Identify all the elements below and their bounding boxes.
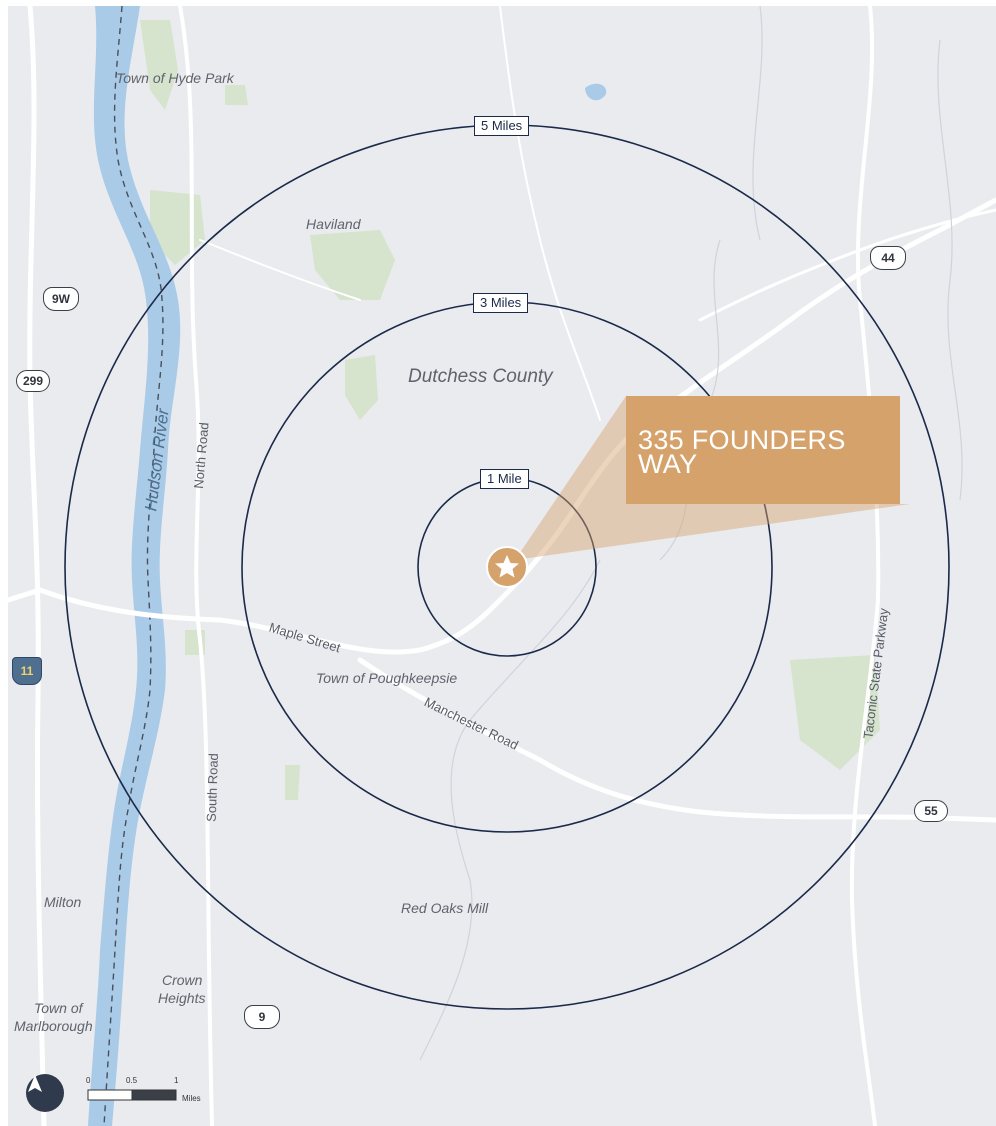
ring-label-5-miles: 5 Miles [474,116,530,136]
route-shield-55: 55 [914,800,948,822]
route-shield-44: 44 [870,246,906,270]
place-label-hyde-park: Town of Hyde Park [116,70,234,86]
north-arrow-icon [28,1075,42,1092]
place-label-heights: Heights [158,990,206,1006]
place-label-town-of: Town of [34,1000,83,1016]
county-label: Dutchess County [408,366,553,387]
radius-map[interactable]: 335 FOUNDERS WAY 5 Miles 3 Miles 1 Mile … [0,0,996,1126]
place-label-crown: Crown [162,972,203,988]
place-label-red-oaks-mill: Red Oaks Mill [401,900,489,916]
place-label-milton: Milton [44,894,82,910]
ring-label-1-mile: 1 Mile [480,469,529,489]
scale-unit: Miles [182,1094,201,1103]
place-label-haviland: Haviland [306,216,361,232]
north-arrow [26,1074,64,1112]
road-label-south-road: South Road [203,752,222,823]
route-shield-9w: 9W [43,287,79,311]
site-callout: 335 FOUNDERS WAY [626,396,900,504]
place-label-marlborough: Marlborough [14,1018,93,1034]
site-marker [486,546,528,588]
map-canvas [5,3,996,1126]
route-shield-11: 11 [12,657,42,685]
ring-label-3-miles: 3 Miles [473,293,529,313]
place-label-poughkeepsie: Town of Poughkeepsie [316,670,458,686]
scale-tick-half: 0.5 [126,1076,138,1085]
site-label: 335 FOUNDERS WAY [638,425,846,479]
scale-tick-1: 1 [174,1076,179,1085]
scale-tick-0: 0 [86,1076,91,1085]
route-shield-299: 299 [16,370,50,392]
route-shield-9: 9 [244,1005,280,1029]
